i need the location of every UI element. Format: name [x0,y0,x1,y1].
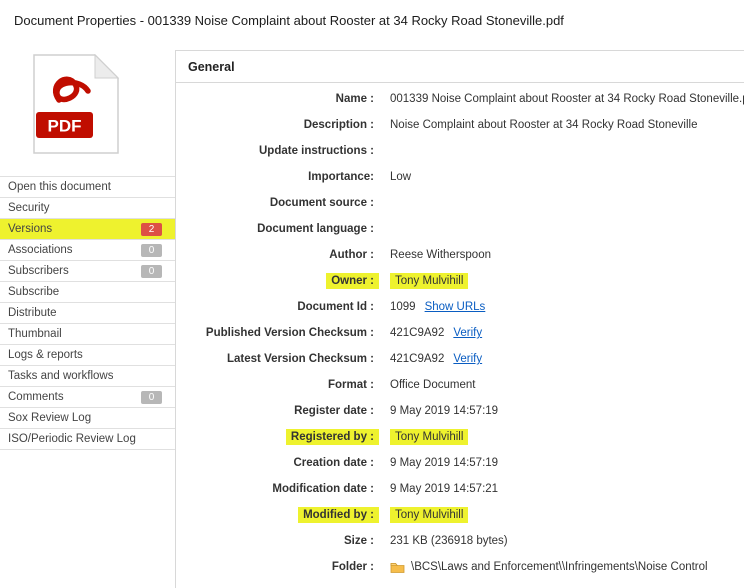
property-row-modified-by: Modified by : Tony Mulvihill [176,502,744,528]
property-row-owner: Owner : Tony Mulvihill [176,268,744,294]
sidebar-item-label: Thumbnail [8,328,62,340]
property-label: Importance: [308,169,374,185]
property-row-document-id: Document Id : 1099 Show URLs [176,294,744,320]
property-row-document-language: Document language : [176,216,744,242]
sidebar-item-label: Open this document [8,181,111,193]
property-value: 9 May 2019 14:57:19 [390,403,498,419]
property-row-update-instructions: Update instructions : [176,138,744,164]
sidebar-item-label: Distribute [8,307,57,319]
property-label: Latest Version Checksum : [227,351,374,367]
property-label: Name : [336,91,374,107]
comments-badge: 0 [141,391,162,404]
sidebar-item-comments[interactable]: Comments 0 [0,387,175,408]
property-value: Tony Mulvihill [390,507,468,523]
property-row-author: Author : Reese Witherspoon [176,242,744,268]
sidebar: PDF Open this document Security Versions… [0,40,175,588]
property-label: Registered by : [286,429,379,445]
property-row-folder: Folder : \BCS\Laws and Enforcement\\Infr… [176,554,744,580]
pdf-file-icon-graphic: PDF [28,54,120,154]
sidebar-item-label: Security [8,202,50,214]
property-value: Office Document [390,377,475,393]
sidebar-item-label: Tasks and workflows [8,370,113,382]
sidebar-item-label: Versions [8,223,52,235]
property-label: Author : [329,247,374,263]
property-value: Reese Witherspoon [390,247,491,263]
property-row-latest-version-checksum: Latest Version Checksum : 421C9A92 Verify [176,346,744,372]
show-urls-link[interactable]: Show URLs [425,301,486,313]
property-label: Modification date : [272,481,374,497]
property-value: Noise Complaint about Rooster at 34 Rock… [390,117,697,133]
property-label: Published Version Checksum : [206,325,374,341]
property-row-published-version-checksum: Published Version Checksum : 421C9A92 Ver… [176,320,744,346]
property-row-document-source: Document source : [176,190,744,216]
sidebar-item-label: Comments [8,391,64,403]
sidebar-item-thumbnail[interactable]: Thumbnail [0,324,175,345]
property-row-size: Size : 231 KB (236918 bytes) [176,528,744,554]
property-label: Format : [328,377,374,393]
property-row-name: Name : 001339 Noise Complaint about Roos… [176,86,744,112]
sidebar-item-subscribers[interactable]: Subscribers 0 [0,261,175,282]
section-header-general: General [176,51,744,83]
sidebar-item-associations[interactable]: Associations 0 [0,240,175,261]
property-label: Register date : [294,403,374,419]
property-value: \BCS\Laws and Enforcement\\Infringements… [411,559,708,575]
sidebar-item-subscribe[interactable]: Subscribe [0,282,175,303]
property-row-register-date: Register date : 9 May 2019 14:57:19 [176,398,744,424]
sidebar-item-versions[interactable]: Versions 2 [0,219,175,240]
general-panel: General Name : 001339 Noise Complaint ab… [175,50,744,588]
window-title: Document Properties - 001339 Noise Compl… [0,0,744,40]
sidebar-item-tasks-and-workflows[interactable]: Tasks and workflows [0,366,175,387]
sidebar-item-iso-periodic-review-log[interactable]: ISO/Periodic Review Log [0,429,175,450]
property-row-description: Description : Noise Complaint about Roos… [176,112,744,138]
folder-icon [390,561,405,573]
property-value: 1099 [390,299,416,315]
sidebar-menu: Open this document Security Versions 2 A… [0,176,175,450]
property-value: 231 KB (236918 bytes) [390,533,508,549]
property-label: Document Id : [297,299,374,315]
svg-text:PDF: PDF [48,117,82,136]
sidebar-item-label: Sox Review Log [8,412,91,424]
pdf-file-icon: PDF [28,54,120,154]
property-value: 001339 Noise Complaint about Rooster at … [390,91,744,107]
property-row-modification-date: Modification date : 9 May 2019 14:57:21 [176,476,744,502]
property-label: Size : [344,533,374,549]
property-value: 9 May 2019 14:57:21 [390,481,498,497]
sidebar-item-label: Subscribers [8,265,69,277]
sidebar-item-open-this-document[interactable]: Open this document [0,177,175,198]
properties-list: Name : 001339 Noise Complaint about Roos… [176,83,744,580]
sidebar-item-label: Subscribe [8,286,59,298]
subscribers-badge: 0 [141,265,162,278]
verify-link[interactable]: Verify [453,327,482,339]
sidebar-item-sox-review-log[interactable]: Sox Review Log [0,408,175,429]
property-value: Tony Mulvihill [390,429,468,445]
property-value: 421C9A92 [390,325,444,341]
associations-badge: 0 [141,244,162,257]
property-label: Creation date : [293,455,374,471]
property-label: Modified by : [298,507,379,523]
sidebar-item-label: Associations [8,244,73,256]
property-value: Tony Mulvihill [390,273,468,289]
property-row-format: Format : Office Document [176,372,744,398]
versions-badge: 2 [141,223,162,236]
sidebar-item-label: Logs & reports [8,349,83,361]
property-label: Update instructions : [259,143,374,159]
property-row-registered-by: Registered by : Tony Mulvihill [176,424,744,450]
property-label: Owner : [326,273,379,289]
property-label: Folder : [332,559,374,575]
property-value: 9 May 2019 14:57:19 [390,455,498,471]
property-value: 421C9A92 [390,351,444,367]
sidebar-item-distribute[interactable]: Distribute [0,303,175,324]
sidebar-item-logs-reports[interactable]: Logs & reports [0,345,175,366]
sidebar-item-label: ISO/Periodic Review Log [8,433,136,445]
sidebar-item-security[interactable]: Security [0,198,175,219]
property-label: Description : [304,117,374,133]
property-row-importance: Importance: Low [176,164,744,190]
property-row-creation-date: Creation date : 9 May 2019 14:57:19 [176,450,744,476]
verify-link[interactable]: Verify [453,353,482,365]
property-value: Low [390,169,411,185]
property-label: Document source : [270,195,374,211]
property-label: Document language : [257,221,374,237]
